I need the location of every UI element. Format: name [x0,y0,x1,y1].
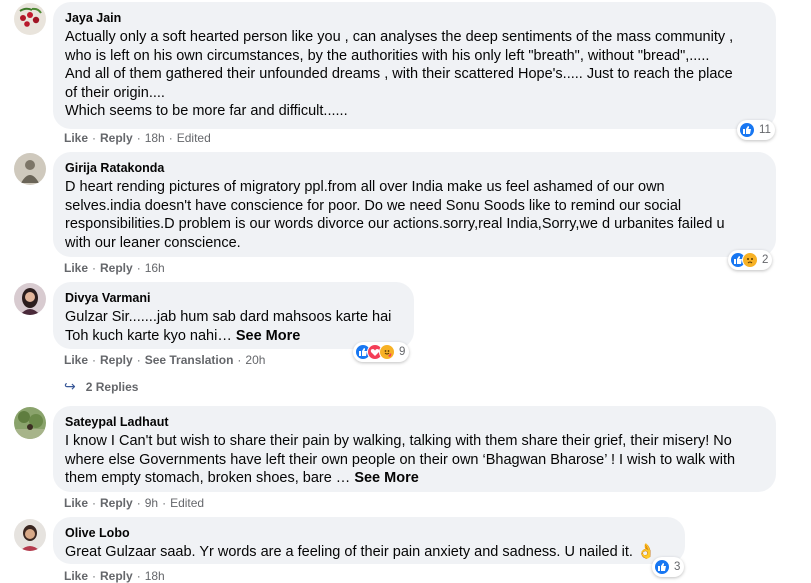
replies-count-link[interactable]: 2 Replies [86,380,139,394]
comment-line: responsibilities.D problem is our words … [65,216,725,233]
reaction-count: 11 [759,124,771,136]
like-reaction-icon [739,122,755,138]
comment-line-text: them empty stomach, broken shoes, bare … [65,470,351,487]
reply-button[interactable]: Reply [100,496,133,510]
like-button[interactable]: Like [64,131,88,145]
reply-button[interactable]: Reply [100,261,133,275]
timestamp[interactable]: 16h [145,261,165,275]
like-button[interactable]: Like [64,496,88,510]
comment-line: D heart rending pictures of migratory pp… [65,179,665,195]
reaction-summary[interactable]: 9 [353,342,410,362]
timestamp[interactable]: 20h [245,353,265,367]
reaction-summary[interactable]: 2 [728,250,773,270]
comment-line: them empty stomach, broken shoes, bare …… [65,469,764,488]
comment-line: Great Gulzaar saab. Yr words are a feeli… [65,544,656,560]
edited-label[interactable]: Edited [177,131,211,145]
comment-author[interactable]: Olive Lobo [65,525,673,541]
comment-actions: Like · Reply · See Translation · 20h [64,353,266,367]
comment-bubble: Sateypal Ladhaut I know I Can't but wish… [53,406,776,492]
avatar[interactable] [14,3,46,35]
comment-author[interactable]: Sateypal Ladhaut [65,414,764,430]
comment-author[interactable]: Girija Ratakonda [65,160,764,176]
comment-line: where else Governments have left their o… [65,451,736,468]
comment-line: And all of them gathered their unfounded… [65,66,733,83]
see-more-link[interactable]: See More [354,470,418,486]
avatar[interactable] [14,519,46,551]
like-button[interactable]: Like [64,569,88,583]
timestamp[interactable]: 9h [145,496,158,510]
comment-author[interactable]: Jaya Jain [65,10,764,26]
comment-line: of their origin.... [65,84,165,101]
comment-actions: Like · Reply · 18h · Edited [64,131,211,145]
see-more-link[interactable]: See More [236,328,300,344]
avatar[interactable] [14,283,46,315]
reaction-count: 2 [762,254,769,266]
like-button[interactable]: Like [64,353,88,367]
edited-label[interactable]: Edited [170,496,204,510]
comment-text: Great Gulzaar saab. Yr words are a feeli… [65,543,673,562]
comment-text: Gulzar Sir.......jab hum sab dard mahsoo… [65,308,402,345]
comment-bubble: Jaya Jain Actually only a soft hearted p… [53,2,776,129]
comment-bubble: Girija Ratakonda D heart rending picture… [53,152,776,257]
comment-actions: Like · Reply · 18h [64,569,165,583]
care-reaction-icon [379,344,395,360]
reply-button[interactable]: Reply [100,131,133,145]
comment-line: Gulzar Sir.......jab hum sab dard mahsoo… [65,309,392,325]
comment-line: Actually only a soft hearted person like… [65,29,734,45]
reaction-summary[interactable]: 3 [652,557,685,577]
sad-reaction-icon [742,252,758,268]
reply-arrow-icon: ↪ [64,378,76,394]
reply-button[interactable]: Reply [100,353,133,367]
comment-line: with our leaner conscience. [65,234,241,251]
avatar[interactable] [14,153,46,185]
comment-line-text: Toh kuch karte kyo nahi… [65,327,232,344]
comment-actions: Like · Reply · 9h · Edited [64,496,205,510]
comment-author[interactable]: Divya Varmani [65,290,402,306]
comment-text: Actually only a soft hearted person like… [65,28,764,121]
see-translation-link[interactable]: See Translation [145,353,234,367]
reaction-summary[interactable]: 11 [737,120,775,140]
like-reaction-icon [654,559,670,575]
comment-line: I know I Can't but wish to share their p… [65,433,732,449]
comment-line: Which seems to be more far and difficult… [65,103,348,120]
reaction-count: 3 [674,561,681,573]
avatar[interactable] [14,407,46,439]
timestamp[interactable]: 18h [145,569,165,583]
timestamp[interactable]: 18h [145,131,165,145]
comment-bubble: Olive Lobo Great Gulzaar saab. Yr words … [53,517,685,564]
comment-line: selves.india doesn't have conscience for… [65,197,682,214]
comment-line: who is left on his own circumstances, by… [65,47,710,64]
comment-actions: Like · Reply · 16h [64,261,165,275]
comment-line: Toh kuch karte kyo nahi… See More [65,327,402,346]
like-button[interactable]: Like [64,261,88,275]
view-replies[interactable]: ↪ 2 Replies [64,378,138,395]
reaction-count: 9 [399,346,406,358]
comment-text: I know I Can't but wish to share their p… [65,432,764,488]
comment-text: D heart rending pictures of migratory pp… [65,178,764,252]
reply-button[interactable]: Reply [100,569,133,583]
comment-bubble: Divya Varmani Gulzar Sir.......jab hum s… [53,282,414,349]
